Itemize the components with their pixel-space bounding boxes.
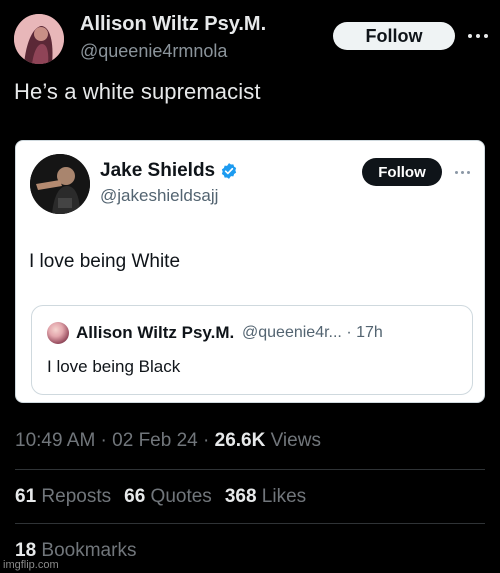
timestamp[interactable]: 10:49 AM · 02 Feb 24 · <box>15 430 215 451</box>
engagement-stats-row: 61 Reposts 66 Quotes 368 Likes <box>15 486 306 508</box>
more-options-icon[interactable] <box>464 24 492 48</box>
views-count: 26.6K <box>214 430 266 451</box>
likes-label: Likes <box>256 486 307 507</box>
timestamp-row: 10:49 AM · 02 Feb 24 · 26.6K Views <box>15 430 321 452</box>
quoted-author-name[interactable]: Allison Wiltz Psy.M. <box>76 323 234 343</box>
embedded-more-options-icon[interactable] <box>451 161 473 183</box>
embedded-author-name[interactable]: Jake Shields <box>100 160 215 182</box>
likes-stat[interactable]: 368 Likes <box>225 486 306 507</box>
views-label: Views <box>265 430 321 451</box>
embedded-author-name-row[interactable]: Jake Shields <box>100 160 238 182</box>
embedded-tweet-text: I love being White <box>29 251 181 272</box>
author-name[interactable]: Allison Wiltz Psy.M. <box>80 13 266 36</box>
embedded-follow-button[interactable]: Follow <box>362 158 442 186</box>
author-handle[interactable]: @queenie4rmnola <box>80 41 227 62</box>
follow-button[interactable]: Follow <box>333 22 455 50</box>
likes-count: 368 <box>224 486 257 507</box>
verified-badge-icon <box>222 163 237 179</box>
author-avatar-art <box>14 14 64 64</box>
reposts-stat[interactable]: 61 Reposts <box>15 486 111 507</box>
embedded-tweet-card[interactable]: Jake Shields @jakeshieldsajj Follow I lo… <box>15 140 485 403</box>
watermark: imgflip.com <box>3 559 59 571</box>
embedded-author-handle[interactable]: @jakeshieldsajj <box>100 186 218 206</box>
quotes-count: 66 <box>124 486 146 507</box>
reposts-label: Reposts <box>36 486 112 507</box>
quoted-author-avatar[interactable] <box>47 322 69 344</box>
tweet-text: He’s a white supremacist <box>14 79 261 104</box>
quoted-tweet-card[interactable]: Allison Wiltz Psy.M. @queenie4r... · 17h… <box>31 305 473 395</box>
bookmarks-count: 18 <box>15 540 37 561</box>
quotes-label: Quotes <box>145 486 212 507</box>
quoted-author-meta: @queenie4r... · 17h <box>242 324 383 341</box>
quoted-tweet-text: I love being Black <box>47 357 181 376</box>
divider <box>15 523 485 524</box>
divider <box>15 469 485 470</box>
embedded-avatar-art <box>30 154 90 214</box>
reposts-count: 61 <box>15 486 37 507</box>
bookmarks-label: Bookmarks <box>36 540 137 561</box>
author-avatar[interactable] <box>14 14 64 64</box>
quotes-stat[interactable]: 66 Quotes <box>124 486 212 507</box>
embedded-author-avatar[interactable] <box>30 154 90 214</box>
